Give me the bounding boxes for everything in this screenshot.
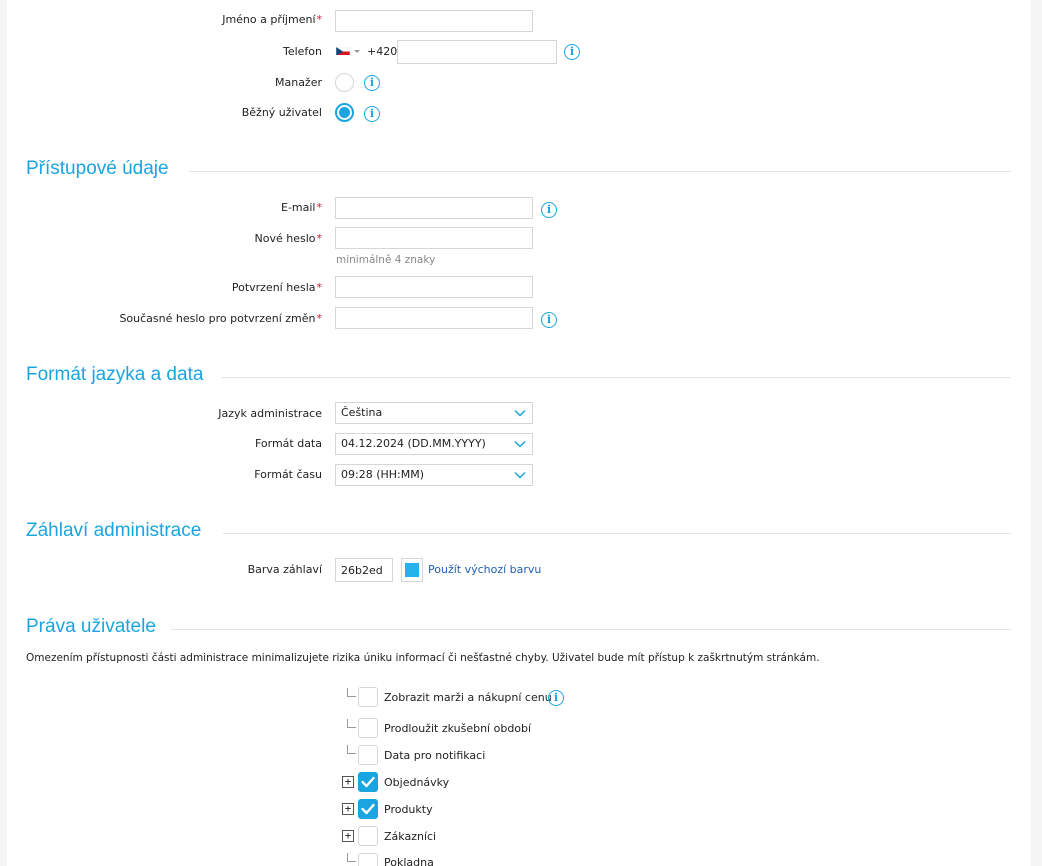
current-password-input[interactable] xyxy=(335,307,533,329)
language-select[interactable]: Čeština xyxy=(335,402,533,424)
right-label-orders: Objednávky xyxy=(384,776,450,789)
regular-user-label: Běžný uživatel xyxy=(241,106,322,119)
right-checkbox-customers[interactable] xyxy=(358,826,378,846)
expand-orders-icon[interactable]: + xyxy=(342,776,354,788)
access-section-title: Přístupové údaje xyxy=(26,158,169,179)
checkmark-icon xyxy=(361,803,375,815)
caret-down-icon xyxy=(354,50,360,53)
czech-flag-icon xyxy=(336,46,350,55)
time-format-label: Formát času xyxy=(254,468,322,481)
right-label-pos: Pokladna xyxy=(384,856,434,866)
right-checkbox-products[interactable] xyxy=(358,799,378,819)
name-label: Jméno a příjmení* xyxy=(222,13,322,26)
date-format-label: Formát data xyxy=(254,437,322,450)
phone-info-icon[interactable]: i xyxy=(564,44,580,60)
regular-user-info-icon[interactable]: i xyxy=(364,106,380,122)
date-format-select[interactable]: 04.12.2024 (DD.MM.YYYY) xyxy=(335,433,533,455)
regular-user-radio[interactable] xyxy=(335,103,354,122)
right-label-notifications: Data pro notifikaci xyxy=(384,749,486,762)
current-password-label: Současné heslo pro potvrzení změn* xyxy=(119,312,322,325)
expand-customers-icon[interactable]: + xyxy=(342,830,354,842)
password-hint: minimálně 4 znaky xyxy=(336,254,436,266)
date-format-value: 04.12.2024 (DD.MM.YYYY) xyxy=(341,437,486,450)
right-checkbox-orders[interactable] xyxy=(358,772,378,792)
manager-label: Manažer xyxy=(274,76,322,89)
right-checkbox-trial[interactable] xyxy=(358,718,378,738)
right-label-customers: Zákazníci xyxy=(384,830,437,843)
current-password-info-icon[interactable]: i xyxy=(541,312,557,328)
section-divider xyxy=(171,629,1011,630)
right-checkbox-margin[interactable] xyxy=(358,687,378,707)
header-section-title: Záhlaví administrace xyxy=(26,520,202,541)
right-checkbox-notifications[interactable] xyxy=(358,745,378,765)
country-flag-select[interactable] xyxy=(335,42,365,58)
manager-radio[interactable] xyxy=(335,73,354,92)
tree-branch xyxy=(347,719,356,728)
right-label-margin: Zobrazit marži a nákupní cenu xyxy=(384,691,552,704)
user-settings-form: Jméno a příjmení* Telefon +420 i Manažer… xyxy=(7,0,1031,866)
confirm-password-label: Potvrzení hesla* xyxy=(231,281,322,294)
new-password-label: Nové heslo* xyxy=(254,232,323,245)
format-section-title: Formát jazyka a data xyxy=(26,364,204,385)
manager-info-icon[interactable]: i xyxy=(364,75,380,91)
email-label: E-mail* xyxy=(281,201,322,214)
new-password-input[interactable] xyxy=(335,227,533,249)
right-label-products: Produkty xyxy=(384,803,433,816)
time-format-value: 09:28 (HH:MM) xyxy=(341,468,425,481)
expand-products-icon[interactable]: + xyxy=(342,803,354,815)
tree-branch xyxy=(347,853,356,862)
section-divider xyxy=(221,377,1011,378)
phone-prefix: +420 xyxy=(367,45,398,58)
chevron-down-icon xyxy=(514,471,526,479)
right-checkbox-pos[interactable] xyxy=(358,853,378,866)
margin-info-icon[interactable]: i xyxy=(548,690,564,706)
color-swatch xyxy=(405,563,419,577)
name-input[interactable] xyxy=(335,10,533,32)
section-divider xyxy=(223,533,1011,534)
phone-input[interactable] xyxy=(397,40,557,64)
rights-section-title: Práva uživatele xyxy=(26,616,156,637)
use-default-color-link[interactable]: Použít výchozí barvu xyxy=(428,563,541,576)
chevron-down-icon xyxy=(514,440,526,448)
language-select-value: Čeština xyxy=(341,406,383,419)
header-color-input[interactable] xyxy=(335,558,393,582)
rights-description: Omezením přístupnosti části administrace… xyxy=(26,652,820,664)
right-label-trial: Prodloužit zkušební období xyxy=(384,722,532,735)
section-divider xyxy=(189,171,1011,172)
tree-branch xyxy=(347,688,356,697)
email-input[interactable] xyxy=(335,197,533,219)
confirm-password-input[interactable] xyxy=(335,276,533,298)
phone-label: Telefon xyxy=(282,45,322,58)
language-label: Jazyk administrace xyxy=(218,407,322,420)
header-color-label: Barva záhlaví xyxy=(247,563,322,576)
color-picker-button[interactable] xyxy=(401,558,423,582)
time-format-select[interactable]: 09:28 (HH:MM) xyxy=(335,464,533,486)
email-info-icon[interactable]: i xyxy=(541,202,557,218)
chevron-down-icon xyxy=(514,409,526,417)
tree-branch xyxy=(347,745,356,754)
checkmark-icon xyxy=(361,776,375,788)
